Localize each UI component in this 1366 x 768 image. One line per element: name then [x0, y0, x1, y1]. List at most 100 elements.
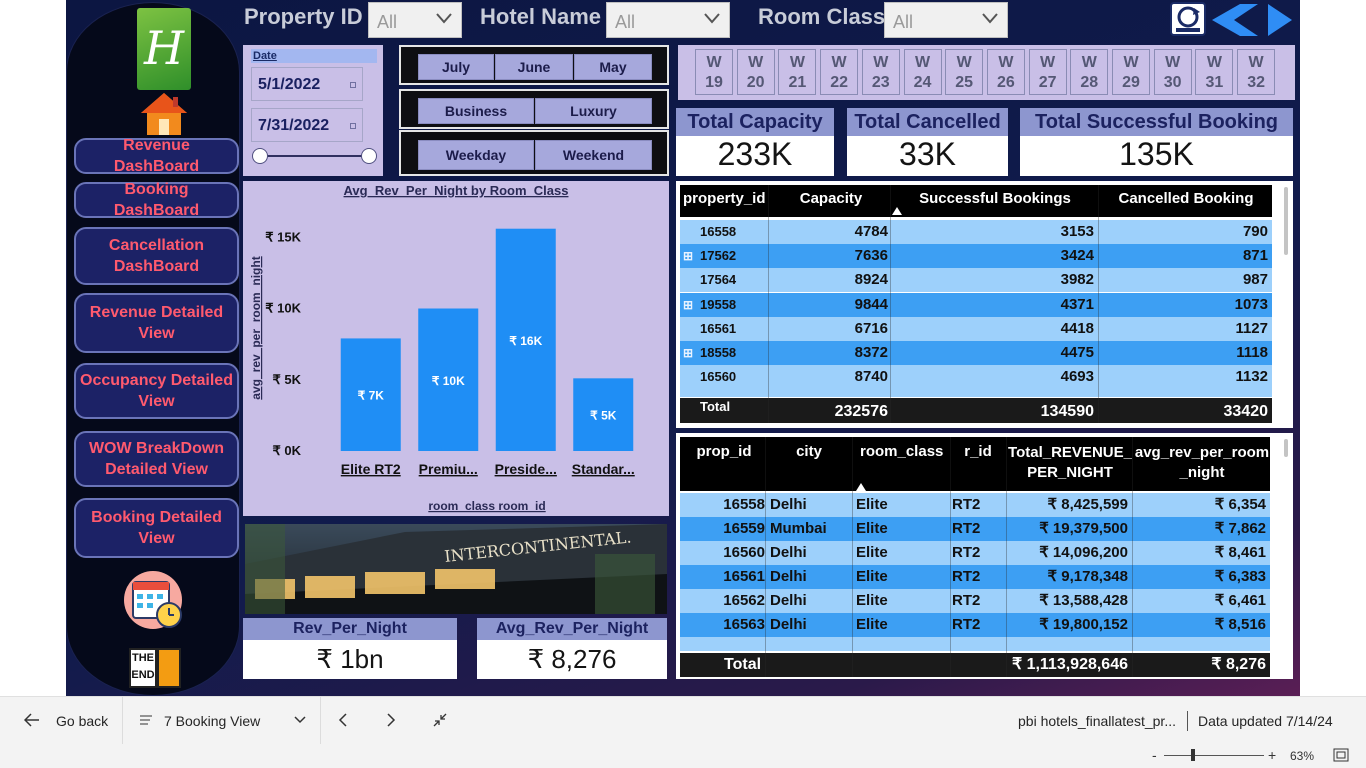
booking-detailed-view-button[interactable]: Booking Detailed View [74, 498, 239, 558]
week-button[interactable]: W 30 [1153, 49, 1192, 95]
day-weekend-button[interactable]: Weekend [535, 140, 652, 170]
expand-row-icon[interactable]: ⊞ [683, 293, 693, 317]
type-luxury-button[interactable]: Luxury [535, 98, 652, 124]
back-arrow-icon[interactable] [24, 713, 40, 727]
date-slider-track[interactable] [260, 155, 370, 157]
start-date-input[interactable]: 5/1/2022 [251, 67, 363, 101]
week-button[interactable]: W 26 [986, 49, 1025, 95]
table-cell: Elite [856, 520, 888, 537]
week-button[interactable]: W 23 [861, 49, 900, 95]
week-button[interactable]: W 21 [778, 49, 817, 95]
sort-ascending-icon[interactable] [856, 483, 866, 491]
next-page-icon[interactable] [386, 713, 396, 727]
table-cell: Delhi [770, 568, 807, 585]
week-button[interactable]: W 32 [1237, 49, 1276, 95]
table1-header-property-id[interactable]: property_id [683, 185, 768, 217]
week-button[interactable]: W 27 [1028, 49, 1067, 95]
table2-header-avg-rev[interactable]: avg_rev_per_room _night [1134, 437, 1270, 491]
table-row[interactable]: 16559 Mumbai Elite RT2 ₹ 19,379,500 ₹ 7,862 [680, 517, 1270, 541]
fit-to-page-icon[interactable] [1333, 748, 1349, 762]
week-button[interactable]: W 20 [736, 49, 775, 95]
week-button[interactable]: W 22 [820, 49, 859, 95]
expand-row-icon[interactable]: ⊞ [683, 341, 693, 365]
week-number: 26 [996, 74, 1015, 91]
table-row-partial [680, 637, 1270, 651]
table-cell: ₹ 19,379,500 [1039, 520, 1128, 537]
table-row[interactable]: 16561 Delhi Elite RT2 ₹ 9,178,348 ₹ 6,383 [680, 565, 1270, 589]
expand-row-icon[interactable]: ⊞ [683, 244, 693, 268]
week-button[interactable]: W 29 [1112, 49, 1150, 95]
end-date-input[interactable]: 7/31/2022 [251, 108, 363, 142]
booking-dashboard-button[interactable]: Booking DashBoard [74, 181, 239, 219]
previous-page-icon[interactable] [338, 713, 348, 727]
week-prefix: W [831, 54, 847, 71]
table2-header-prop-id[interactable]: prop_id [683, 437, 765, 491]
table-cell: RT2 [952, 496, 981, 513]
table-row[interactable]: 16560 Delhi Elite RT2 ₹ 14,096,200 ₹ 8,461 [680, 541, 1270, 565]
week-button[interactable]: W 19 [695, 49, 733, 95]
table-cell: 4371 [1060, 295, 1094, 313]
table-row[interactable]: 16558 Delhi Elite RT2 ₹ 8,425,599 ₹ 6,354 [680, 493, 1270, 517]
table1-total-capacity: 232576 [834, 403, 888, 420]
x-category-label[interactable]: Preside... [495, 461, 557, 477]
revenue-detailed-view-button[interactable]: Revenue Detailed View [74, 293, 239, 353]
table-cell: Delhi [770, 544, 807, 561]
week-button[interactable]: W 25 [945, 49, 984, 95]
zoom-slider-handle[interactable] [1191, 749, 1195, 761]
week-button[interactable]: W 31 [1195, 49, 1234, 95]
day-weekday-button[interactable]: Weekday [418, 140, 534, 170]
table-cell: 9844 [854, 295, 888, 313]
calendar-clock-icon[interactable] [123, 570, 187, 632]
date-slider-end-handle[interactable] [361, 148, 377, 164]
table2-scrollbar[interactable] [1284, 439, 1288, 457]
occupancy-detailed-view-button[interactable]: Occupancy Detailed View [74, 363, 239, 419]
week-button[interactable]: W 24 [903, 49, 942, 95]
table-cell: 16561 [723, 568, 765, 585]
sort-ascending-icon[interactable] [892, 207, 902, 215]
zoom-slider[interactable] [1164, 755, 1264, 756]
reset-filter-icon[interactable] [1170, 2, 1206, 36]
table-row[interactable]: 16562 Delhi Elite RT2 ₹ 13,588,428 ₹ 6,461 [680, 589, 1270, 613]
table2-header-r-id[interactable]: r_id [950, 437, 1006, 491]
go-back-button[interactable]: Go back [56, 713, 108, 729]
table-cell: ₹ 7,862 [1214, 520, 1266, 537]
exit-fullscreen-icon[interactable] [433, 713, 447, 727]
x-category-label[interactable]: Elite RT2 [341, 461, 401, 477]
zoom-out-button[interactable]: - [1152, 747, 1157, 763]
table1-header-successful[interactable]: Successful Bookings [892, 185, 1098, 217]
property-id-dropdown[interactable]: All [368, 2, 462, 38]
table-cell: Elite [856, 616, 888, 633]
cancellation-dashboard-button[interactable]: Cancellation DashBoard [74, 227, 239, 285]
room-class-dropdown[interactable]: All [884, 2, 1008, 38]
chevron-down-icon [982, 13, 998, 24]
home-icon[interactable] [139, 91, 189, 137]
month-july-button[interactable]: July [418, 54, 494, 80]
week-prefix: W [1165, 54, 1181, 71]
type-business-button[interactable]: Business [418, 98, 534, 124]
table-cell: 4475 [1060, 344, 1094, 361]
month-june-button[interactable]: June [495, 54, 573, 80]
month-may-button[interactable]: May [574, 54, 652, 80]
revenue-dashboard-button[interactable]: Revenue DashBoard [74, 137, 239, 175]
table2-header-room-class[interactable]: room_class [854, 437, 948, 491]
the-end-icon[interactable]: THE END [129, 648, 185, 688]
table-cell: RT2 [952, 544, 981, 561]
table1-header-cancelled[interactable]: Cancelled Booking [1100, 185, 1272, 217]
wow-breakdown-view-button[interactable]: WOW BreakDown Detailed View [74, 431, 239, 487]
x-category-label[interactable]: Standar... [572, 461, 635, 477]
date-slider-start-handle[interactable] [252, 148, 268, 164]
table2-header-total-revenue[interactable]: Total_REVENUE_ PER_NIGHT [1008, 437, 1132, 491]
zoom-in-button[interactable]: + [1268, 747, 1276, 763]
forward-arrow-icon[interactable] [1264, 2, 1294, 38]
week-button[interactable]: W 28 [1070, 49, 1109, 95]
table2-total-row: Total ₹ 1,113,928,646 ₹ 8,276 [680, 653, 1270, 677]
table-row[interactable]: 16563 Delhi Elite RT2 ₹ 19,800,152 ₹ 8,516 [680, 613, 1270, 637]
x-category-label[interactable]: Premiu... [419, 461, 478, 477]
table1-scrollbar[interactable] [1284, 187, 1288, 255]
table2-header-city[interactable]: city [766, 437, 852, 491]
back-arrow-icon[interactable] [1210, 2, 1260, 38]
chevron-down-icon[interactable] [294, 716, 306, 724]
page-selector[interactable]: 7 Booking View [164, 713, 260, 729]
hotel-name-dropdown[interactable]: All [606, 2, 730, 38]
table1-header-capacity[interactable]: Capacity [770, 185, 892, 217]
